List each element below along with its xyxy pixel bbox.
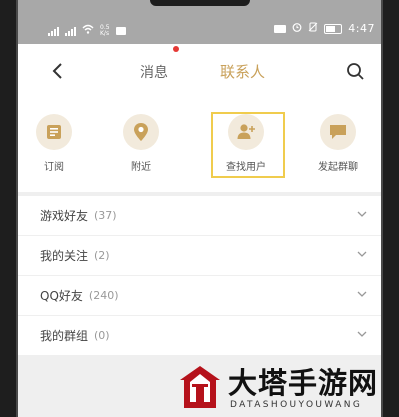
group-row-qq-friends[interactable]: QQ好友 (240) (18, 276, 381, 315)
chevron-down-icon (357, 291, 367, 297)
group-title: 我的群组 (40, 329, 89, 343)
site-watermark: 大塔手游网 DATASHOUYOUWANG (172, 358, 399, 417)
mute-icon (308, 22, 318, 35)
phone-frame-right (381, 0, 399, 417)
status-bar: 0.5 K/s 4:47 (18, 0, 381, 44)
shortcut-label: 查找用户 (226, 162, 266, 173)
shortcut-label: 发起群聊 (318, 162, 358, 173)
shortcut-find-user[interactable]: 查找用户 (216, 114, 276, 173)
watermark-subtitle: DATASHOUYOUWANG (230, 400, 363, 410)
location-pin-icon (123, 114, 159, 150)
search-icon (347, 63, 364, 80)
shortcut-subscribe[interactable]: 订阅 (24, 114, 84, 173)
phone-screen: 0.5 K/s 4:47 消息 联系人 订阅 附近 查找用户 发起群聊 游戏好友… (18, 0, 381, 417)
shortcut-nearby[interactable]: 附近 (111, 114, 171, 173)
battery-icon (324, 23, 343, 34)
group-title: QQ好友 (40, 289, 83, 303)
wifi-icon (82, 24, 94, 37)
signal-icon (48, 26, 59, 36)
group-count: (0) (94, 329, 110, 342)
chevron-down-icon (357, 251, 367, 257)
notification-icon (115, 26, 126, 35)
group-count: (240) (88, 289, 119, 302)
signal-icon-2 (65, 26, 76, 36)
back-button[interactable] (48, 58, 68, 84)
group-row-game-friends[interactable]: 游戏好友 (37) (18, 196, 381, 235)
group-title: 我的关注 (40, 249, 89, 263)
status-left: 0.5 K/s (48, 24, 126, 37)
back-arrow-icon (52, 63, 62, 79)
shortcut-label: 附近 (131, 162, 151, 173)
chevron-down-icon (357, 211, 367, 217)
chevron-down-icon (357, 331, 367, 337)
shortcut-row: 订阅 附近 查找用户 发起群聊 (18, 102, 381, 192)
clock: 4:47 (348, 22, 375, 35)
contact-group-list: 游戏好友 (37) 我的关注 (2) QQ好友 (240) 我的群组 (0) (18, 196, 381, 356)
search-button[interactable] (344, 60, 366, 82)
group-row-my-groups[interactable]: 我的群组 (0) (18, 316, 381, 355)
camera-notch (150, 0, 250, 6)
group-count: (37) (94, 209, 117, 222)
subscribe-icon (36, 114, 72, 150)
network-speed: 0.5 K/s (100, 23, 110, 37)
hd-icon (274, 24, 287, 33)
add-user-icon (228, 114, 264, 150)
shortcut-group-chat[interactable]: 发起群聊 (308, 114, 368, 173)
nav-bar: 消息 联系人 (18, 44, 381, 102)
group-count: (2) (94, 249, 110, 262)
phone-frame-left (0, 0, 18, 417)
group-row-following[interactable]: 我的关注 (2) (18, 236, 381, 275)
group-chat-icon (320, 114, 356, 150)
tab-messages[interactable]: 消息 (140, 62, 168, 82)
group-title: 游戏好友 (40, 209, 89, 223)
alarm-icon (292, 22, 302, 35)
tab-contacts[interactable]: 联系人 (220, 61, 265, 82)
unread-dot (173, 46, 179, 52)
status-right: 4:47 (274, 22, 375, 35)
watermark-title: 大塔手游网 (228, 366, 379, 400)
shortcut-label: 订阅 (44, 162, 64, 173)
tower-logo-icon (180, 366, 220, 408)
